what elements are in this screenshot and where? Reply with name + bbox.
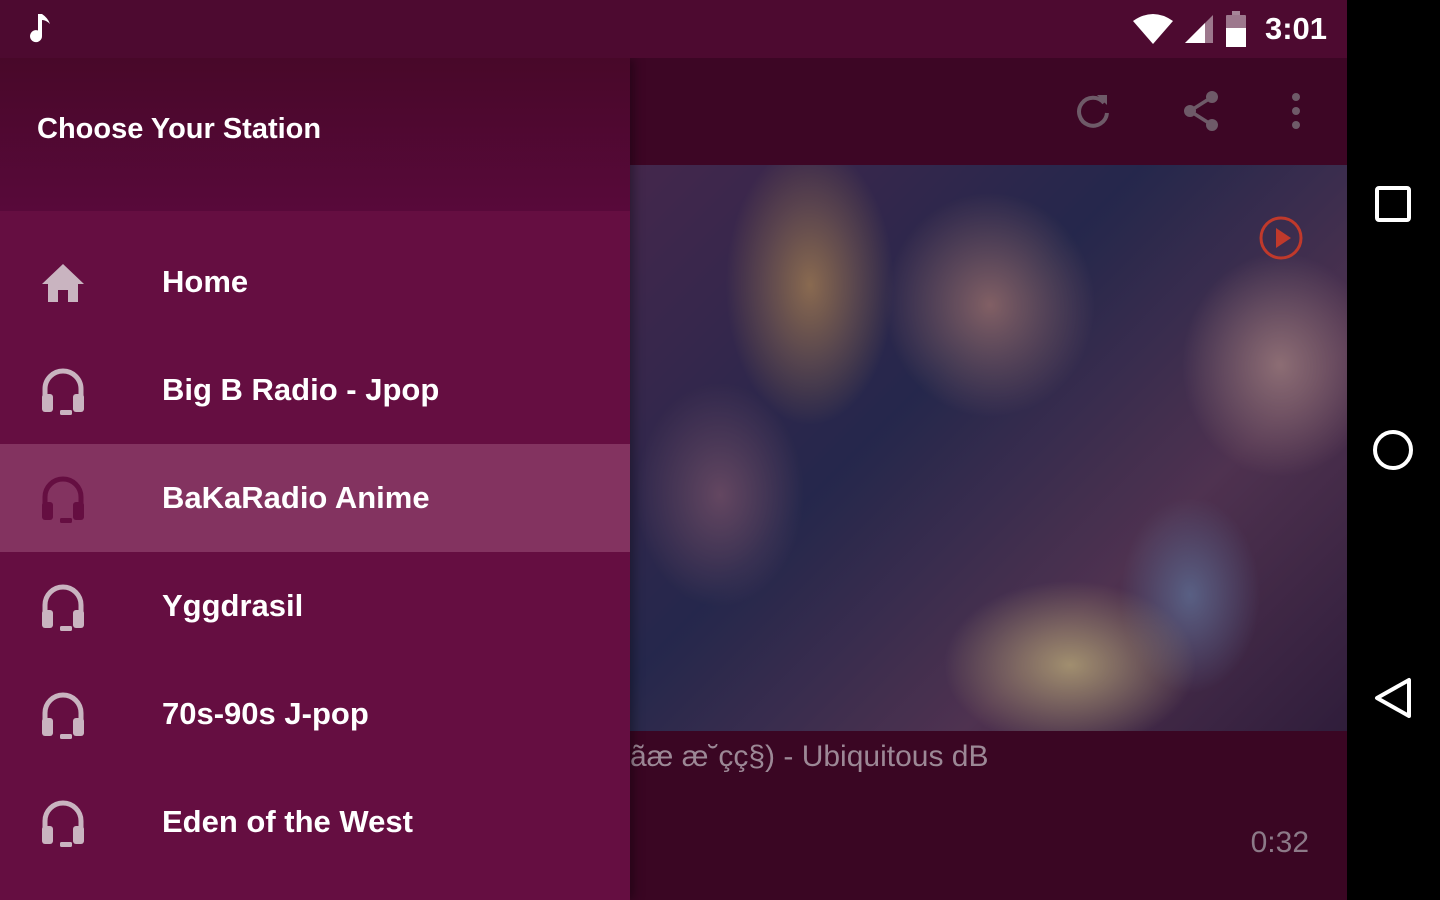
- station-item-home[interactable]: Home: [0, 228, 630, 336]
- player-screen: ãæ æ˘çç§) - Ubiquitous dB 0:32: [630, 58, 1347, 900]
- battery-icon: [1225, 11, 1246, 47]
- station-item-big-b-radio[interactable]: Big B Radio - Jpop: [0, 336, 630, 444]
- station-item-eden-of-the-west[interactable]: Eden of the West: [0, 768, 630, 876]
- station-label: Home: [162, 264, 249, 299]
- status-icons: 3:01: [1132, 8, 1327, 50]
- play-circle-icon[interactable]: [1258, 215, 1304, 261]
- headphones-icon: [38, 690, 88, 740]
- navigation-drawer: Choose Your Station Home Big B Radio - J…: [0, 58, 630, 900]
- system-nav-bar: [1347, 0, 1440, 900]
- station-label: Eden of the West: [162, 804, 413, 839]
- share-icon[interactable]: [1178, 88, 1224, 134]
- station-label: 70s-90s J-pop: [162, 696, 369, 731]
- music-note-icon: [30, 14, 50, 43]
- home-circle-icon[interactable]: [1369, 426, 1417, 474]
- refresh-icon[interactable]: [1070, 88, 1116, 134]
- headphones-icon: [38, 366, 88, 416]
- track-title: ãæ æ˘çç§) - Ubiquitous dB: [630, 740, 989, 773]
- drawer-header: Choose Your Station: [0, 58, 630, 211]
- headphones-icon: [38, 798, 88, 848]
- signal-icon: [1184, 15, 1213, 43]
- station-label: BaKaRadio Anime: [162, 480, 430, 515]
- station-label: Big B Radio - Jpop: [162, 372, 440, 407]
- status-bar: 3:01: [0, 0, 1347, 58]
- headphones-icon: [38, 582, 88, 632]
- station-item-70s-90s-jpop[interactable]: 70s-90s J-pop: [0, 660, 630, 768]
- headphones-icon: [38, 474, 88, 524]
- station-item-bakaradio-anime[interactable]: BaKaRadio Anime: [0, 444, 630, 552]
- recents-icon[interactable]: [1369, 180, 1417, 228]
- app-toolbar: [630, 58, 1347, 165]
- album-artwork: [630, 165, 1347, 731]
- home-icon: [38, 258, 88, 308]
- station-label: Yggdrasil: [162, 588, 304, 623]
- elapsed-time: 0:32: [1250, 826, 1309, 859]
- more-vert-icon[interactable]: [1273, 88, 1319, 134]
- wifi-icon: [1132, 14, 1173, 44]
- station-item-yggdrasil[interactable]: Yggdrasil: [0, 552, 630, 660]
- clock: 3:01: [1264, 11, 1327, 46]
- drawer-title: Choose Your Station: [37, 113, 322, 145]
- station-list: Home Big B Radio - Jpop BaKaRadio Anime …: [0, 228, 630, 876]
- artwork-dim-overlay: [630, 165, 1347, 731]
- app-screen: 3:01 ãæ æ˘çç§) - Ubiquitous dB 0:32 Choo…: [0, 0, 1347, 900]
- back-icon[interactable]: [1369, 674, 1417, 722]
